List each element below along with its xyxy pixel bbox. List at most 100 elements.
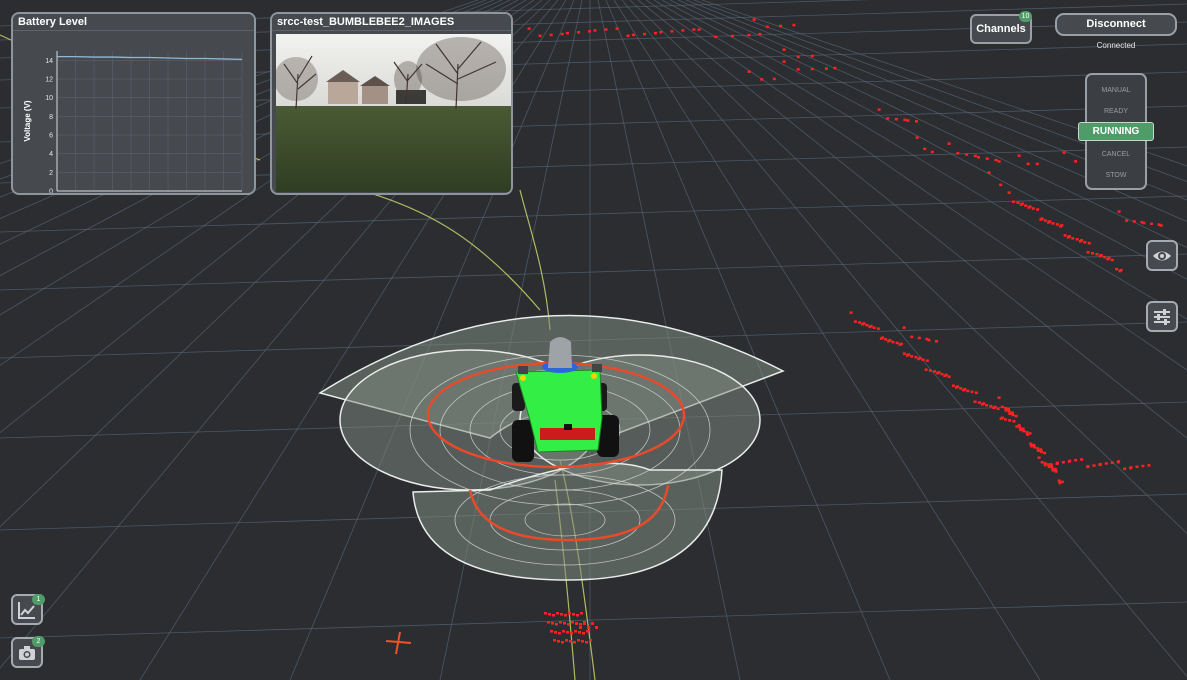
goal-marker[interactable]: [385, 631, 412, 655]
laser-point: [887, 339, 891, 343]
laser-point: [1118, 269, 1122, 273]
mode-running-active[interactable]: RUNNING: [1078, 122, 1154, 141]
laser-point: [876, 327, 880, 330]
laser-point: [861, 323, 865, 326]
laser-point: [903, 118, 907, 122]
laser-point: [1080, 458, 1084, 461]
y-axis-label: Voltage (V): [23, 100, 32, 142]
laser-point: [868, 325, 872, 329]
laser-point: [1011, 413, 1015, 417]
laser-point: [1086, 464, 1090, 468]
laser-point: [927, 338, 931, 342]
laser-point: [549, 33, 553, 37]
laser-point: [1135, 465, 1139, 468]
laser-point: [1058, 481, 1062, 485]
laser-point: [886, 117, 890, 120]
visibility-button[interactable]: [1146, 240, 1178, 271]
y-tick-label: 6: [49, 133, 53, 140]
grid-line-cross: [0, 253, 1187, 291]
laser-point: [1014, 414, 1018, 418]
laser-point: [980, 403, 984, 406]
laser-point: [1098, 254, 1102, 258]
mode-ready[interactable]: READY: [1087, 105, 1145, 119]
laser-point: [1068, 459, 1072, 463]
laser-point: [631, 33, 635, 37]
laser-point: [1061, 461, 1065, 464]
settings-button[interactable]: [1146, 301, 1178, 332]
laser-point: [1047, 221, 1051, 224]
laser-point: [833, 66, 837, 70]
laser-point: [915, 120, 918, 123]
laser-point: [692, 28, 696, 31]
images-count-badge: 2: [32, 636, 45, 647]
laser-point: [580, 612, 583, 615]
laser-point: [1022, 429, 1026, 433]
laser-point: [587, 626, 590, 629]
laser-point: [1055, 461, 1059, 465]
laser-point: [782, 60, 786, 63]
y-tick-label: 0: [49, 189, 53, 195]
laser-point: [947, 142, 951, 145]
sliders-icon: [1154, 309, 1170, 325]
laser-point: [571, 621, 574, 624]
y-tick-label: 12: [45, 77, 53, 84]
battery-level-panel[interactable]: Battery Level -20-18-16-14-12-10-8-6-4-2…: [11, 12, 256, 195]
laser-point: [924, 368, 928, 371]
laser-point: [1036, 208, 1040, 211]
laser-point: [1019, 428, 1023, 432]
laser-point: [865, 323, 869, 327]
laser-point: [917, 336, 921, 340]
laser-point: [1036, 449, 1040, 452]
laser-point: [1035, 162, 1039, 166]
laser-point: [544, 612, 547, 615]
laser-point: [1026, 433, 1030, 436]
laser-point: [681, 29, 685, 32]
laser-point: [626, 34, 630, 38]
laser-point: [1098, 462, 1102, 466]
laser-point: [810, 67, 814, 71]
laser-point: [1087, 241, 1091, 245]
laser-point: [765, 25, 769, 29]
laser-point: [568, 612, 571, 615]
laser-point: [997, 396, 1001, 399]
y-tick-label: 2: [49, 170, 53, 177]
laser-point: [985, 157, 989, 160]
laser-point: [965, 153, 969, 156]
mode-manual[interactable]: MANUAL: [1087, 84, 1145, 98]
laser-point: [954, 386, 958, 389]
mode-stow[interactable]: STOW: [1087, 169, 1145, 183]
laser-point: [585, 641, 588, 644]
laser-point: [1007, 191, 1011, 194]
laser-point: [548, 613, 551, 616]
camera-panel[interactable]: srcc-test_BUMBLEBEE2_IMAGES: [270, 12, 513, 195]
laser-point: [1083, 240, 1087, 244]
laser-point: [560, 613, 563, 616]
laser-point: [604, 28, 608, 31]
grid-line-cross: [0, 195, 1187, 233]
mode-cancel[interactable]: CANCEL: [1087, 148, 1145, 162]
laser-point: [921, 358, 925, 362]
laser-point: [1074, 458, 1078, 462]
laser-point: [538, 34, 542, 38]
laser-point: [581, 640, 584, 643]
disconnect-button[interactable]: Disconnect: [1055, 13, 1177, 36]
laser-point: [562, 630, 565, 633]
laser-point: [659, 31, 663, 34]
laser-point: [906, 119, 910, 122]
laser-point: [1047, 465, 1051, 469]
laser-point: [552, 614, 555, 617]
laser-point: [810, 54, 814, 58]
laser-point: [551, 622, 554, 625]
laser-point: [566, 631, 569, 634]
laser-point: [1008, 412, 1012, 416]
laser-point: [884, 338, 888, 341]
laser-point: [858, 321, 862, 324]
laser-point: [553, 639, 556, 642]
laser-point: [872, 326, 876, 330]
laser-point: [1051, 469, 1055, 472]
laser-point: [951, 384, 955, 387]
laser-point: [1050, 466, 1054, 470]
laser-point: [1142, 221, 1146, 225]
laser-point: [547, 621, 550, 624]
connection-status: Connected: [1096, 41, 1136, 50]
